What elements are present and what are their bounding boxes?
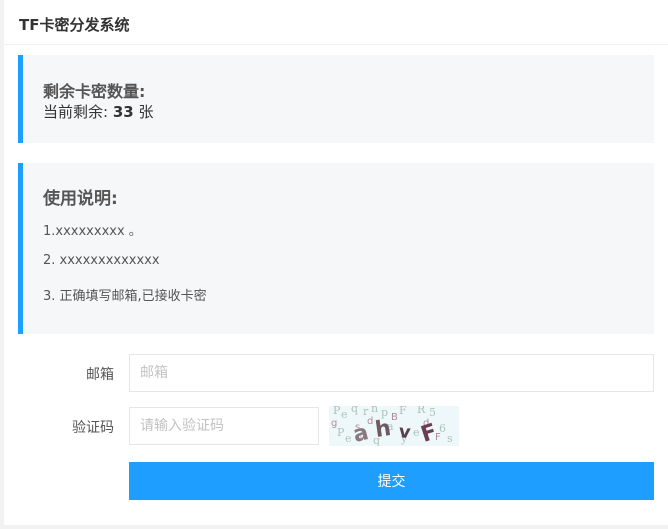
instruction-item: 2. xxxxxxxxxxxxx [43,253,160,268]
instruction-item: 3. 正确填写邮箱,已接收卡密 [43,289,207,304]
svg-text:R: R [417,406,426,416]
svg-text:B: B [391,412,398,423]
page-title: TF卡密分发系统 [4,0,668,45]
email-input[interactable] [129,354,654,392]
svg-text:P: P [333,406,341,417]
svg-text:e: e [341,408,348,421]
svg-text:g: g [331,418,337,429]
instructions-panel: 使用说明: 1.xxxxxxxxx 。 2. xxxxxxxxxxxxx 3. … [18,163,654,334]
email-label: 邮箱 [86,367,114,383]
stock-title: 剩余卡密数量: [43,82,146,101]
captcha-label: 验证码 [72,420,114,436]
svg-text:P: P [337,426,345,439]
captcha-graphic: Peq rnp FR5 Peſ qay e 6s g sB dFd a h v F [331,402,453,448]
svg-text:v: v [398,421,412,443]
stock-panel: 剩余卡密数量: 当前剩余: 33 张 [18,55,654,143]
instruction-item: 1.xxxxxxxxx 。 [43,224,142,239]
svg-text:F: F [399,406,407,417]
captcha-input[interactable] [129,407,319,445]
stock-count: 33 [112,103,134,121]
submit-button[interactable]: 提交 [129,462,654,500]
instructions-title: 使用说明: [43,189,118,209]
svg-text:5: 5 [429,406,436,419]
svg-text:d: d [367,416,373,427]
svg-text:n: n [371,406,378,415]
svg-text:e: e [345,432,352,445]
main-card: TF卡密分发系统 剩余卡密数量: 当前剩余: 33 张 使用说明: 1.xxxx… [4,0,668,525]
captcha-image[interactable]: Peq rnp FR5 Peſ qay e6s gsB dFd a h v F [329,402,459,448]
stock-prefix: 当前剩余: [43,103,109,121]
svg-text:q: q [351,406,358,415]
stock-unit: 张 [138,103,154,121]
svg-text:s: s [447,432,453,445]
stock-line: 当前剩余: 33 张 [43,101,154,122]
